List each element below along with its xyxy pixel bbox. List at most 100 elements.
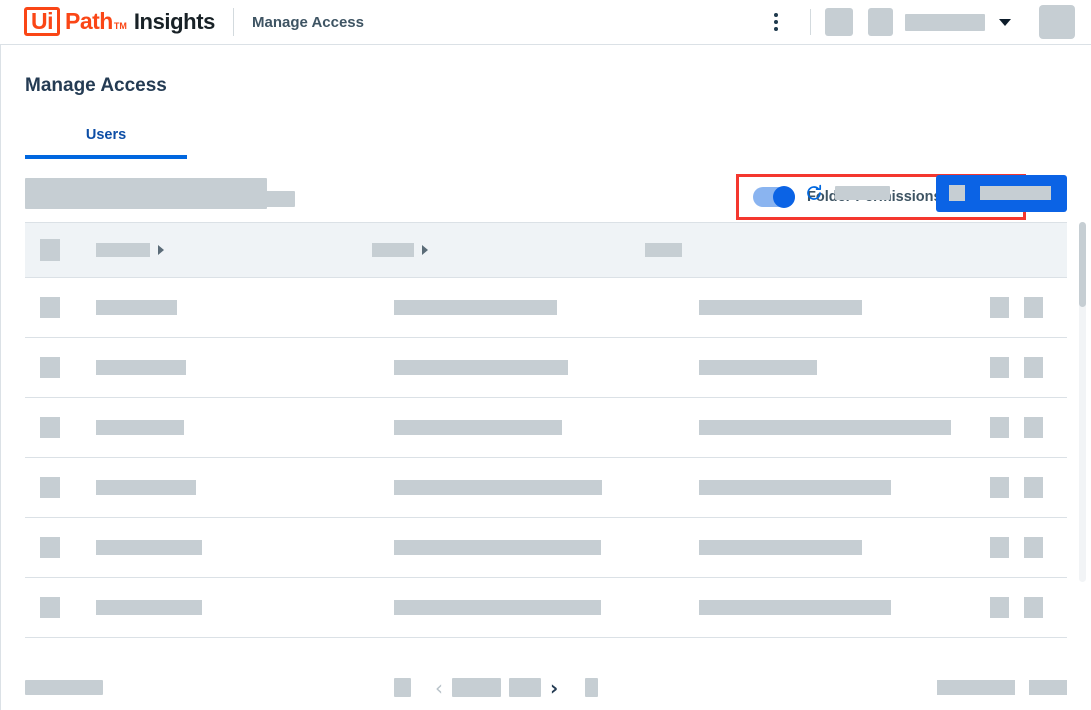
row-actions xyxy=(990,357,1067,378)
edit-icon[interactable] xyxy=(990,477,1009,498)
cell-value-2 xyxy=(394,540,601,555)
page-number-field[interactable] xyxy=(452,678,501,697)
footer-redacted-a[interactable] xyxy=(937,680,1015,695)
column-header-2[interactable] xyxy=(372,243,428,257)
cell-value-1 xyxy=(96,480,196,495)
cell-value-3 xyxy=(699,540,862,555)
last-page-button[interactable] xyxy=(585,678,599,697)
table-row[interactable] xyxy=(25,278,1067,338)
cell-value-2 xyxy=(394,480,602,495)
page-size-selector[interactable] xyxy=(394,678,411,697)
row-checkbox[interactable] xyxy=(40,537,60,558)
table-scrollbar-thumb[interactable] xyxy=(1079,222,1086,307)
edit-icon[interactable] xyxy=(990,297,1009,318)
cell-value-1 xyxy=(96,360,186,375)
row-checkbox[interactable] xyxy=(40,477,60,498)
avatar[interactable] xyxy=(1039,5,1075,39)
dot xyxy=(774,20,778,24)
table-toolbar xyxy=(1,164,1091,222)
search-input[interactable] xyxy=(25,177,267,209)
table-header-row xyxy=(25,222,1067,278)
refresh-label-redacted[interactable] xyxy=(835,186,890,200)
tabs-row: Users xyxy=(1,119,1091,164)
vertical-dots-icon[interactable] xyxy=(764,10,788,34)
table-scrollbar[interactable] xyxy=(1079,222,1086,582)
cell-value-3 xyxy=(699,300,862,315)
row-actions xyxy=(990,417,1067,438)
content-panel: Manage Access Users Folder Permissions R… xyxy=(0,45,1091,710)
header-redacted-button-1[interactable] xyxy=(825,8,853,36)
select-all-checkbox[interactable] xyxy=(40,239,60,261)
table-row[interactable] xyxy=(25,458,1067,518)
table-row[interactable] xyxy=(25,578,1067,638)
chevron-down-icon[interactable] xyxy=(999,18,1011,26)
cell-value-2 xyxy=(394,360,568,375)
edit-icon[interactable] xyxy=(990,417,1009,438)
header-redacted-button-2[interactable] xyxy=(868,8,893,36)
header-right-controls xyxy=(764,5,1075,39)
footer-summary-redacted xyxy=(25,680,103,695)
refresh-icon[interactable] xyxy=(805,184,823,202)
header-redacted-dropdown-label[interactable] xyxy=(905,13,985,31)
header-vertical-divider xyxy=(810,9,811,35)
cell-value-3 xyxy=(699,600,891,615)
previous-page-button[interactable]: ‹ xyxy=(426,678,452,698)
logo-ui-text: Ui xyxy=(31,7,54,34)
cell-value-3 xyxy=(699,360,817,375)
cell-value-3 xyxy=(699,420,951,435)
table-row[interactable] xyxy=(25,338,1067,398)
table-footer: ‹ › xyxy=(1,665,1091,710)
tab-users[interactable]: Users xyxy=(86,127,126,143)
breadcrumb: Manage Access xyxy=(251,13,364,31)
cell-value-3 xyxy=(699,480,891,495)
cell-value-1 xyxy=(96,420,184,435)
row-checkbox[interactable] xyxy=(40,417,60,438)
row-checkbox[interactable] xyxy=(40,597,60,618)
add-user-button[interactable] xyxy=(936,174,1067,212)
column-header-1-label xyxy=(96,243,150,257)
table-row[interactable] xyxy=(25,518,1067,578)
row-actions xyxy=(990,597,1067,618)
logo-path-text: Path xyxy=(65,7,113,34)
add-user-button-label xyxy=(980,186,1051,200)
row-checkbox[interactable] xyxy=(40,357,60,378)
column-header-2-label xyxy=(372,243,414,257)
cell-value-2 xyxy=(394,600,601,615)
next-page-button[interactable]: › xyxy=(541,678,567,698)
pagination: ‹ › xyxy=(394,678,599,698)
column-header-1[interactable] xyxy=(96,243,164,257)
row-checkbox[interactable] xyxy=(40,297,60,318)
delete-icon[interactable] xyxy=(1024,537,1043,558)
edit-icon[interactable] xyxy=(990,597,1009,618)
delete-icon[interactable] xyxy=(1024,417,1043,438)
cell-value-1 xyxy=(96,600,202,615)
row-actions xyxy=(990,477,1067,498)
delete-icon[interactable] xyxy=(1024,297,1043,318)
sort-arrow-icon xyxy=(158,245,164,255)
column-header-3 xyxy=(645,243,682,257)
cell-value-1 xyxy=(96,300,177,315)
cell-value-1 xyxy=(96,540,202,555)
column-header-3-label xyxy=(645,243,682,257)
table-row[interactable] xyxy=(25,398,1067,458)
row-actions xyxy=(990,297,1067,318)
page-title: Manage Access xyxy=(25,75,167,96)
edit-icon[interactable] xyxy=(990,357,1009,378)
users-table xyxy=(1,222,1091,638)
table-body xyxy=(1,278,1091,638)
delete-icon[interactable] xyxy=(1024,597,1043,618)
logo-ui-box: Ui xyxy=(24,7,60,36)
row-actions xyxy=(990,537,1067,558)
dot xyxy=(774,13,778,17)
app-header: Ui Path TM Insights Manage Access xyxy=(0,0,1091,45)
cell-value-2 xyxy=(394,420,562,435)
uipath-insights-logo[interactable]: Ui Path TM Insights xyxy=(24,7,215,37)
cell-value-2 xyxy=(394,300,557,315)
page-total-label xyxy=(509,678,541,697)
footer-redacted-b[interactable] xyxy=(1029,680,1067,695)
delete-icon[interactable] xyxy=(1024,357,1043,378)
edit-icon[interactable] xyxy=(990,537,1009,558)
tab-list: Users xyxy=(25,119,187,159)
delete-icon[interactable] xyxy=(1024,477,1043,498)
logo-trademark-icon: TM xyxy=(113,20,127,31)
